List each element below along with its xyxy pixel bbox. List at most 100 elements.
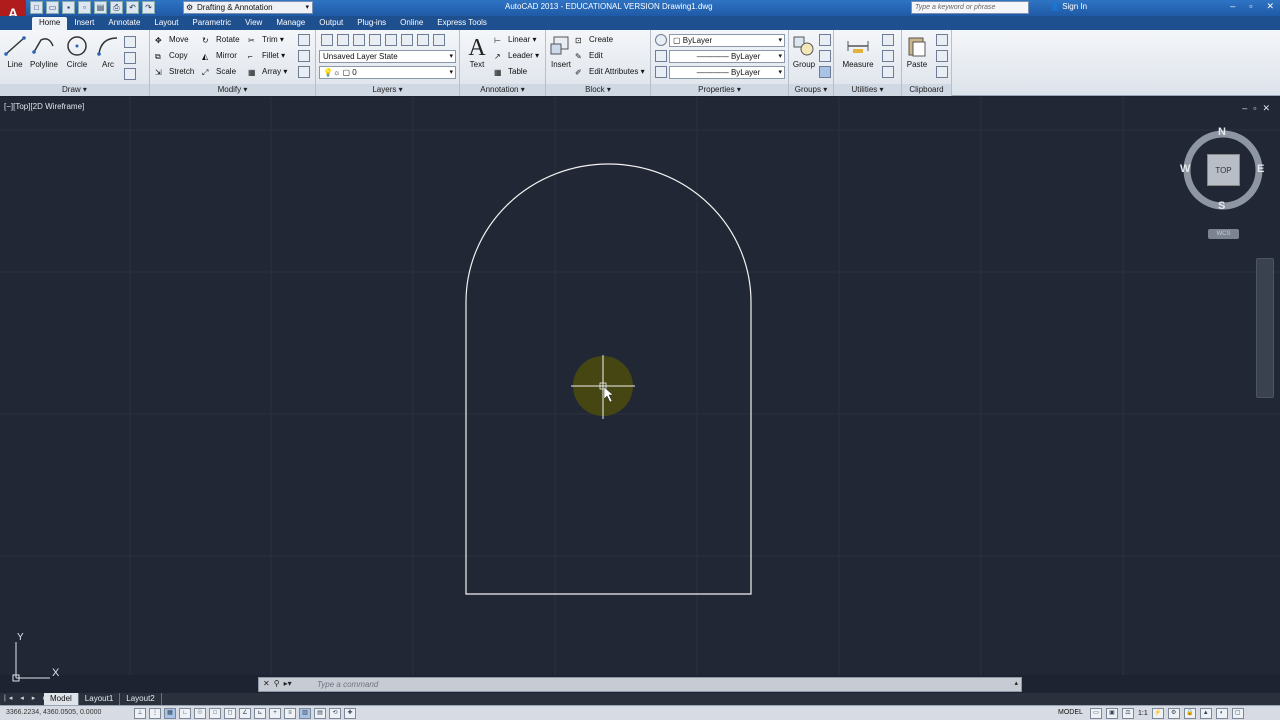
layer-match-icon[interactable] — [337, 34, 349, 46]
tab-annotate[interactable]: Annotate — [101, 17, 147, 30]
model-space-button[interactable]: MODEL — [1058, 709, 1083, 716]
linetype-dropdown[interactable]: ———— ByLayer ▾ — [669, 66, 785, 79]
group-button[interactable]: Group — [789, 34, 819, 69]
open-icon[interactable]: ▭ — [46, 1, 59, 14]
quick-properties-icon[interactable]: ▤ — [314, 708, 326, 719]
lineweight-toggle-icon[interactable]: ≡ — [284, 708, 296, 719]
viewcube[interactable]: N S E W TOP — [1180, 126, 1268, 216]
copy-button[interactable]: ⧉ Copy — [155, 49, 188, 63]
minimize-icon[interactable]: – — [1230, 1, 1235, 12]
quick-select-icon[interactable] — [882, 34, 894, 46]
isolate-objects-icon[interactable]: ◐ — [1215, 708, 1228, 719]
mirror-button[interactable]: ◭ Mirror — [202, 49, 237, 63]
ellipse-icon[interactable] — [124, 52, 136, 64]
layer-state-dropdown[interactable]: Unsaved Layer State ▾ — [319, 50, 456, 63]
object-snap-tracking-icon[interactable]: ∠ — [239, 708, 251, 719]
compass-north[interactable]: N — [1218, 126, 1226, 138]
annotation-panel-title[interactable]: Annotation ▾ — [460, 84, 545, 96]
close-icon[interactable]: ✕ — [1266, 1, 1274, 12]
ortho-mode-icon[interactable]: ∟ — [179, 708, 191, 719]
line-button[interactable]: Line — [0, 34, 30, 69]
print-icon[interactable]: ⎙ — [110, 1, 123, 14]
linear-dimension-button[interactable]: ⊢ Linear ▾ — [494, 33, 537, 47]
layer-unisolate-icon[interactable] — [385, 34, 397, 46]
help-search-input[interactable]: Type a keyword or phrase — [911, 1, 1029, 14]
tab-insert[interactable]: Insert — [67, 17, 101, 30]
restore-icon[interactable]: ▫ — [1253, 103, 1256, 114]
redo-icon[interactable]: ↷ — [142, 1, 155, 14]
layer-properties-icon[interactable] — [321, 34, 333, 46]
layer-freeze-icon[interactable] — [401, 34, 413, 46]
offset-icon[interactable] — [298, 66, 310, 78]
annotation-monitor-icon[interactable]: ✚ — [344, 708, 356, 719]
compass-south[interactable]: S — [1218, 200, 1225, 212]
erase-icon[interactable] — [298, 34, 310, 46]
measure-button[interactable]: Measure — [838, 34, 878, 69]
compass-west[interactable]: W — [1180, 163, 1190, 175]
save-icon[interactable]: ▪ — [62, 1, 75, 14]
modify-panel-title[interactable]: Modify ▾ — [150, 84, 315, 96]
move-button[interactable]: ✥ Move — [155, 33, 189, 47]
rotate-button[interactable]: ↻ Rotate — [202, 33, 240, 47]
lineweight-icon[interactable] — [655, 50, 667, 62]
table-button[interactable]: ▦ Table — [494, 65, 527, 79]
tab-express-tools[interactable]: Express Tools — [430, 17, 494, 30]
paste-button[interactable]: Paste — [902, 34, 932, 69]
tab-home[interactable]: Home — [32, 17, 68, 30]
new-icon[interactable]: □ — [30, 1, 43, 14]
tab-output[interactable]: Output — [312, 17, 350, 30]
groups-panel-title[interactable]: Groups ▾ — [789, 84, 833, 96]
draw-panel-title[interactable]: Draw ▾ — [0, 84, 149, 96]
linetype-icon[interactable] — [655, 66, 667, 78]
workspace-dropdown[interactable]: ⚙ Drafting & Annotation ▾ — [183, 1, 313, 14]
clean-screen-icon[interactable]: ▢ — [1231, 708, 1244, 719]
save-as-icon[interactable]: ▫ — [78, 1, 91, 14]
annotation-visibility-icon[interactable]: ⚡ — [1151, 708, 1164, 719]
quick-view-drawings-icon[interactable]: ▣ — [1106, 708, 1118, 719]
text-button[interactable]: A Text — [462, 34, 492, 69]
viewcube-top-face[interactable]: TOP — [1207, 154, 1240, 186]
maximize-icon[interactable]: ▫ — [1249, 1, 1252, 12]
fillet-button[interactable]: ⌐ Fillet ▾ — [248, 49, 285, 63]
hatch-icon[interactable] — [124, 68, 136, 80]
ungroup-icon[interactable] — [819, 34, 831, 46]
wcs-menu-button[interactable]: WCS — [1208, 229, 1239, 239]
layer-previous-icon[interactable] — [353, 34, 365, 46]
layers-panel-title[interactable]: Layers ▾ — [316, 84, 459, 96]
current-layer-dropdown[interactable]: 💡☼ ▢ 0 ▾ — [319, 66, 456, 79]
recent-commands-icon[interactable]: ▸▾ — [284, 679, 292, 688]
layer-lock-icon[interactable] — [433, 34, 445, 46]
stretch-button[interactable]: ⇲ Stretch — [155, 65, 194, 79]
polygon-icon[interactable] — [124, 36, 136, 48]
arc-button[interactable]: Arc — [93, 34, 123, 69]
viewport-controls-label[interactable]: [−][Top][2D Wireframe] — [4, 102, 84, 111]
dynamic-input-icon[interactable]: + — [269, 708, 281, 719]
array-button[interactable]: ▦ Array ▾ — [248, 65, 287, 79]
tab-parametric[interactable]: Parametric — [185, 17, 238, 30]
snap-mode-icon[interactable]: ⋮ — [149, 708, 161, 719]
customize-icon[interactable]: ⚲ — [274, 679, 280, 688]
create-block-button[interactable]: ⊡ Create — [575, 33, 613, 47]
object-snap-icon[interactable]: □ — [209, 708, 221, 719]
utilities-panel-title[interactable]: Utilities ▾ — [834, 84, 901, 96]
transparency-icon[interactable]: ▥ — [299, 708, 311, 719]
lock-icon[interactable]: 🔒 — [1183, 708, 1196, 719]
match-clip-icon[interactable] — [936, 66, 948, 78]
lineweight-dropdown[interactable]: ———— ByLayer ▾ — [669, 50, 785, 63]
hardware-acceleration-icon[interactable]: ▲ — [1199, 708, 1212, 719]
polar-tracking-icon[interactable]: ☉ — [194, 708, 206, 719]
allow-ucs-icon[interactable]: ⊾ — [254, 708, 266, 719]
match-properties-icon[interactable] — [655, 34, 667, 46]
tab-online[interactable]: Online — [393, 17, 430, 30]
command-input[interactable]: Type a command — [317, 678, 378, 691]
undo-icon[interactable]: ↶ — [126, 1, 139, 14]
explode-icon[interactable] — [298, 50, 310, 62]
id-point-icon[interactable] — [882, 50, 894, 62]
edit-block-button[interactable]: ✎ Edit — [575, 49, 603, 63]
trim-button[interactable]: ✂ Trim ▾ — [248, 33, 284, 47]
quick-view-layouts-icon[interactable]: ▭ — [1090, 708, 1102, 719]
selection-cycling-icon[interactable]: ⟲ — [329, 708, 341, 719]
tab-layout2[interactable]: Layout2 — [120, 693, 162, 705]
edit-attributes-button[interactable]: ✐ Edit Attributes ▾ — [575, 65, 645, 79]
tab-plugins[interactable]: Plug-ins — [350, 17, 393, 30]
